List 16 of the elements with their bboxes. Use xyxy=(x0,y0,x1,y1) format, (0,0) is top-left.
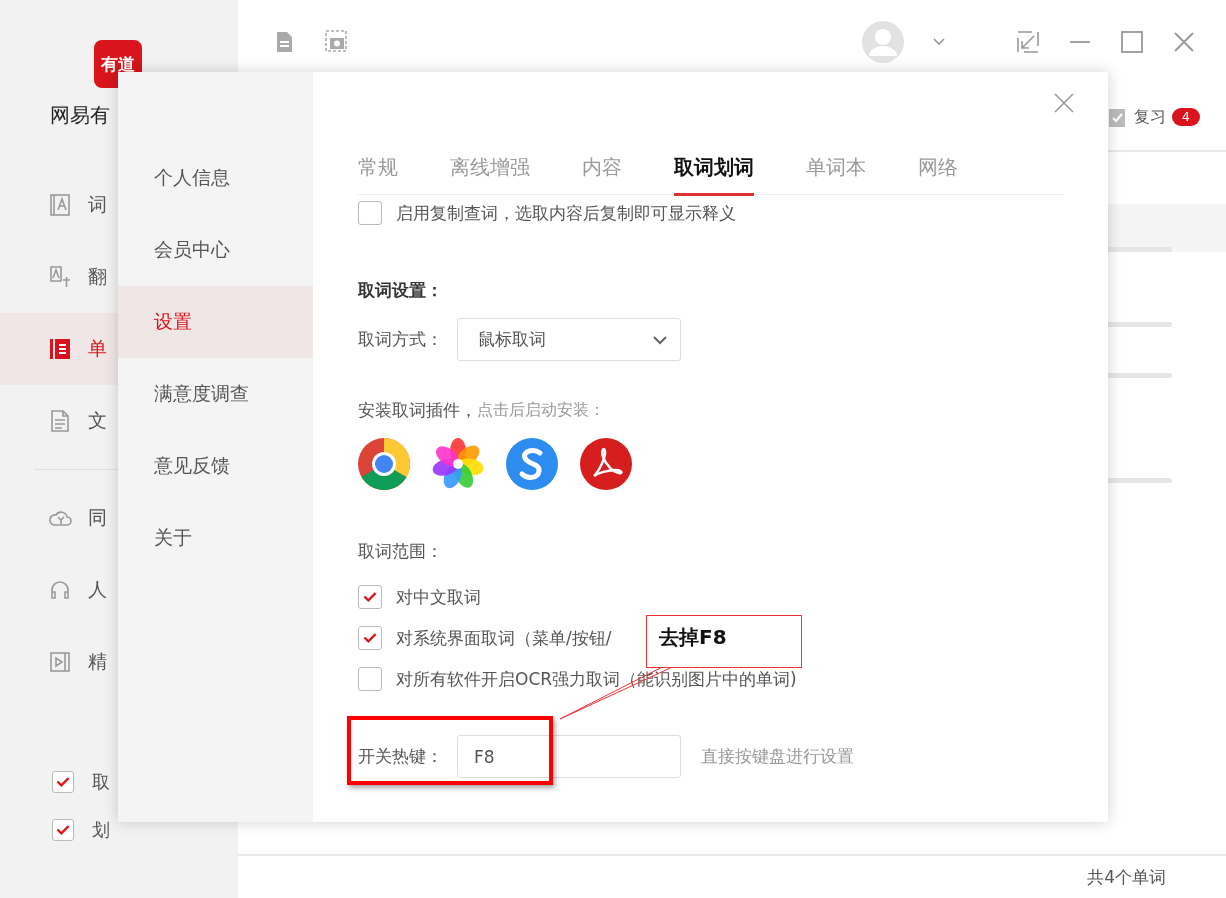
count-badge: 4 xyxy=(1171,108,1200,126)
checkbox-label: 划 xyxy=(92,818,110,842)
checkbox-label: 启用复制查词，选取内容后复制即可显示释义 xyxy=(396,201,736,225)
plugins-hint: 点击后启动安装： xyxy=(477,400,605,421)
field-label: 取词方式： xyxy=(358,328,443,351)
checkbox-label: 对系统界面取词（菜单/按钮/ xyxy=(396,626,612,650)
section-label: 取词范围： xyxy=(358,540,444,563)
plugins-label: 安装取词插件， xyxy=(358,399,477,422)
word-count: 共4个单词 xyxy=(238,854,1226,898)
section-title: 取词设置： xyxy=(358,279,444,302)
app-name: 网易有 xyxy=(50,102,110,129)
annotation-callout: 去掉F8 xyxy=(646,615,802,668)
field-label: 开关热键： xyxy=(358,745,443,768)
field-hint: 直接按键盘进行设置 xyxy=(701,745,854,768)
checkbox-label: 取 xyxy=(92,770,110,794)
checkbox-label: 对中文取词 xyxy=(396,585,481,609)
